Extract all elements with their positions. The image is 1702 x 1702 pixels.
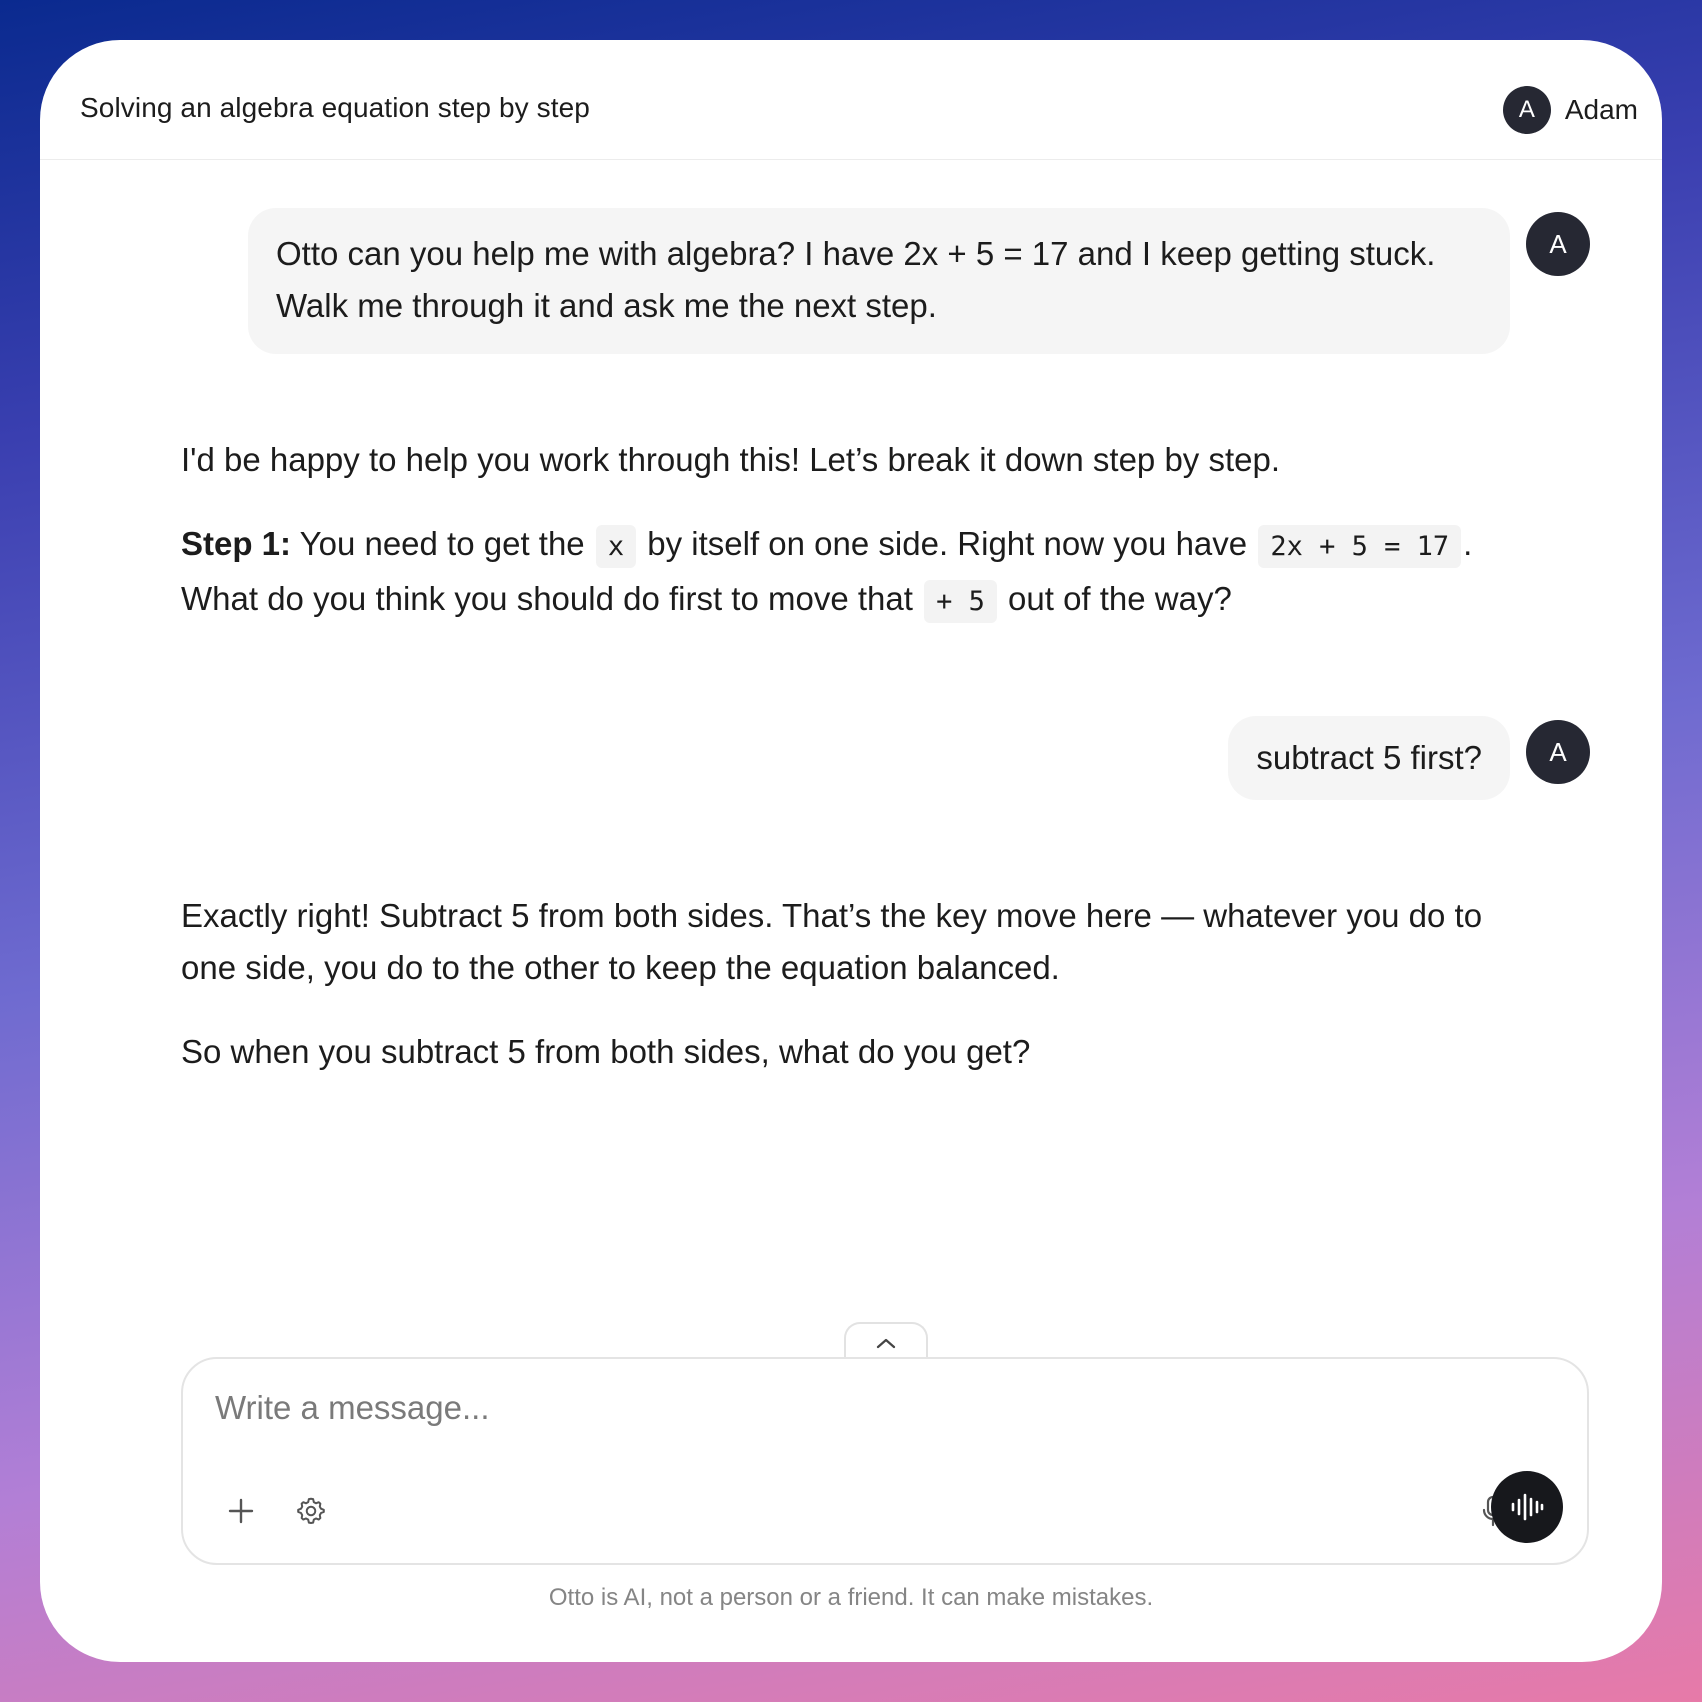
collapse-toggle-button[interactable] xyxy=(844,1322,928,1362)
user-name[interactable]: Adam xyxy=(1565,94,1638,126)
user-message-bubble: Otto can you help me with algebra? I hav… xyxy=(248,208,1510,354)
message-text: . xyxy=(1463,525,1473,562)
assistant-message: I'd be happy to help you work through th… xyxy=(181,434,1551,628)
message-paragraph: I'd be happy to help you work through th… xyxy=(181,441,1281,478)
message-text: You need to get the xyxy=(299,525,585,562)
message-text: What do you think you should do first to… xyxy=(181,580,913,617)
message-composer xyxy=(181,1357,1589,1565)
message-paragraph: Step 1: You need to get the x by itself … xyxy=(181,518,1551,628)
avatar: A xyxy=(1526,212,1590,276)
conversation-title: Solving an algebra equation step by step xyxy=(80,92,590,123)
settings-button[interactable] xyxy=(289,1489,333,1533)
settings-icon xyxy=(297,1497,325,1524)
chevron-up-icon xyxy=(876,1338,896,1349)
inline-code: 2x + 5 = 17 xyxy=(1258,525,1462,568)
inline-code: + 5 xyxy=(924,580,997,623)
message-paragraph: So when you subtract 5 from both sides, … xyxy=(181,1033,1031,1070)
message-line: Walk me through it and ask me the next s… xyxy=(276,287,937,324)
add-attachment-button[interactable] xyxy=(219,1489,263,1533)
step-label: Step 1: xyxy=(181,525,292,562)
user-message-bubble: subtract 5 first? xyxy=(1228,716,1510,800)
avatar[interactable]: A xyxy=(1502,86,1551,134)
voice-waveform-icon xyxy=(1511,1493,1544,1521)
message-line: Otto can you help me with algebra? I hav… xyxy=(276,235,1436,272)
plus-icon xyxy=(228,1498,254,1524)
voice-mode-button[interactable] xyxy=(1491,1471,1563,1543)
disclaimer-text: Otto is AI, not a person or a friend. It… xyxy=(548,1584,1154,1611)
message-paragraph: Exactly right! Subtract 5 from both side… xyxy=(181,890,1551,994)
message-text: Exactly right! Subtract 5 from both side… xyxy=(181,897,1483,934)
message-text: out of the way? xyxy=(1008,580,1232,617)
message-text: by itself on one side. Right now you hav… xyxy=(647,525,1248,562)
message-input[interactable] xyxy=(215,1389,1315,1427)
message-text: one side, you do to the other to keep th… xyxy=(181,949,1060,986)
user-menu[interactable]: A Adam xyxy=(1502,86,1638,134)
chat-header: Solving an algebra equation step by step… xyxy=(40,40,1662,160)
avatar: A xyxy=(1526,720,1590,784)
inline-code: x xyxy=(595,525,637,568)
assistant-message: Exactly right! Subtract 5 from both side… xyxy=(181,890,1551,1078)
chat-window: Solving an algebra equation step by step… xyxy=(40,40,1662,1662)
